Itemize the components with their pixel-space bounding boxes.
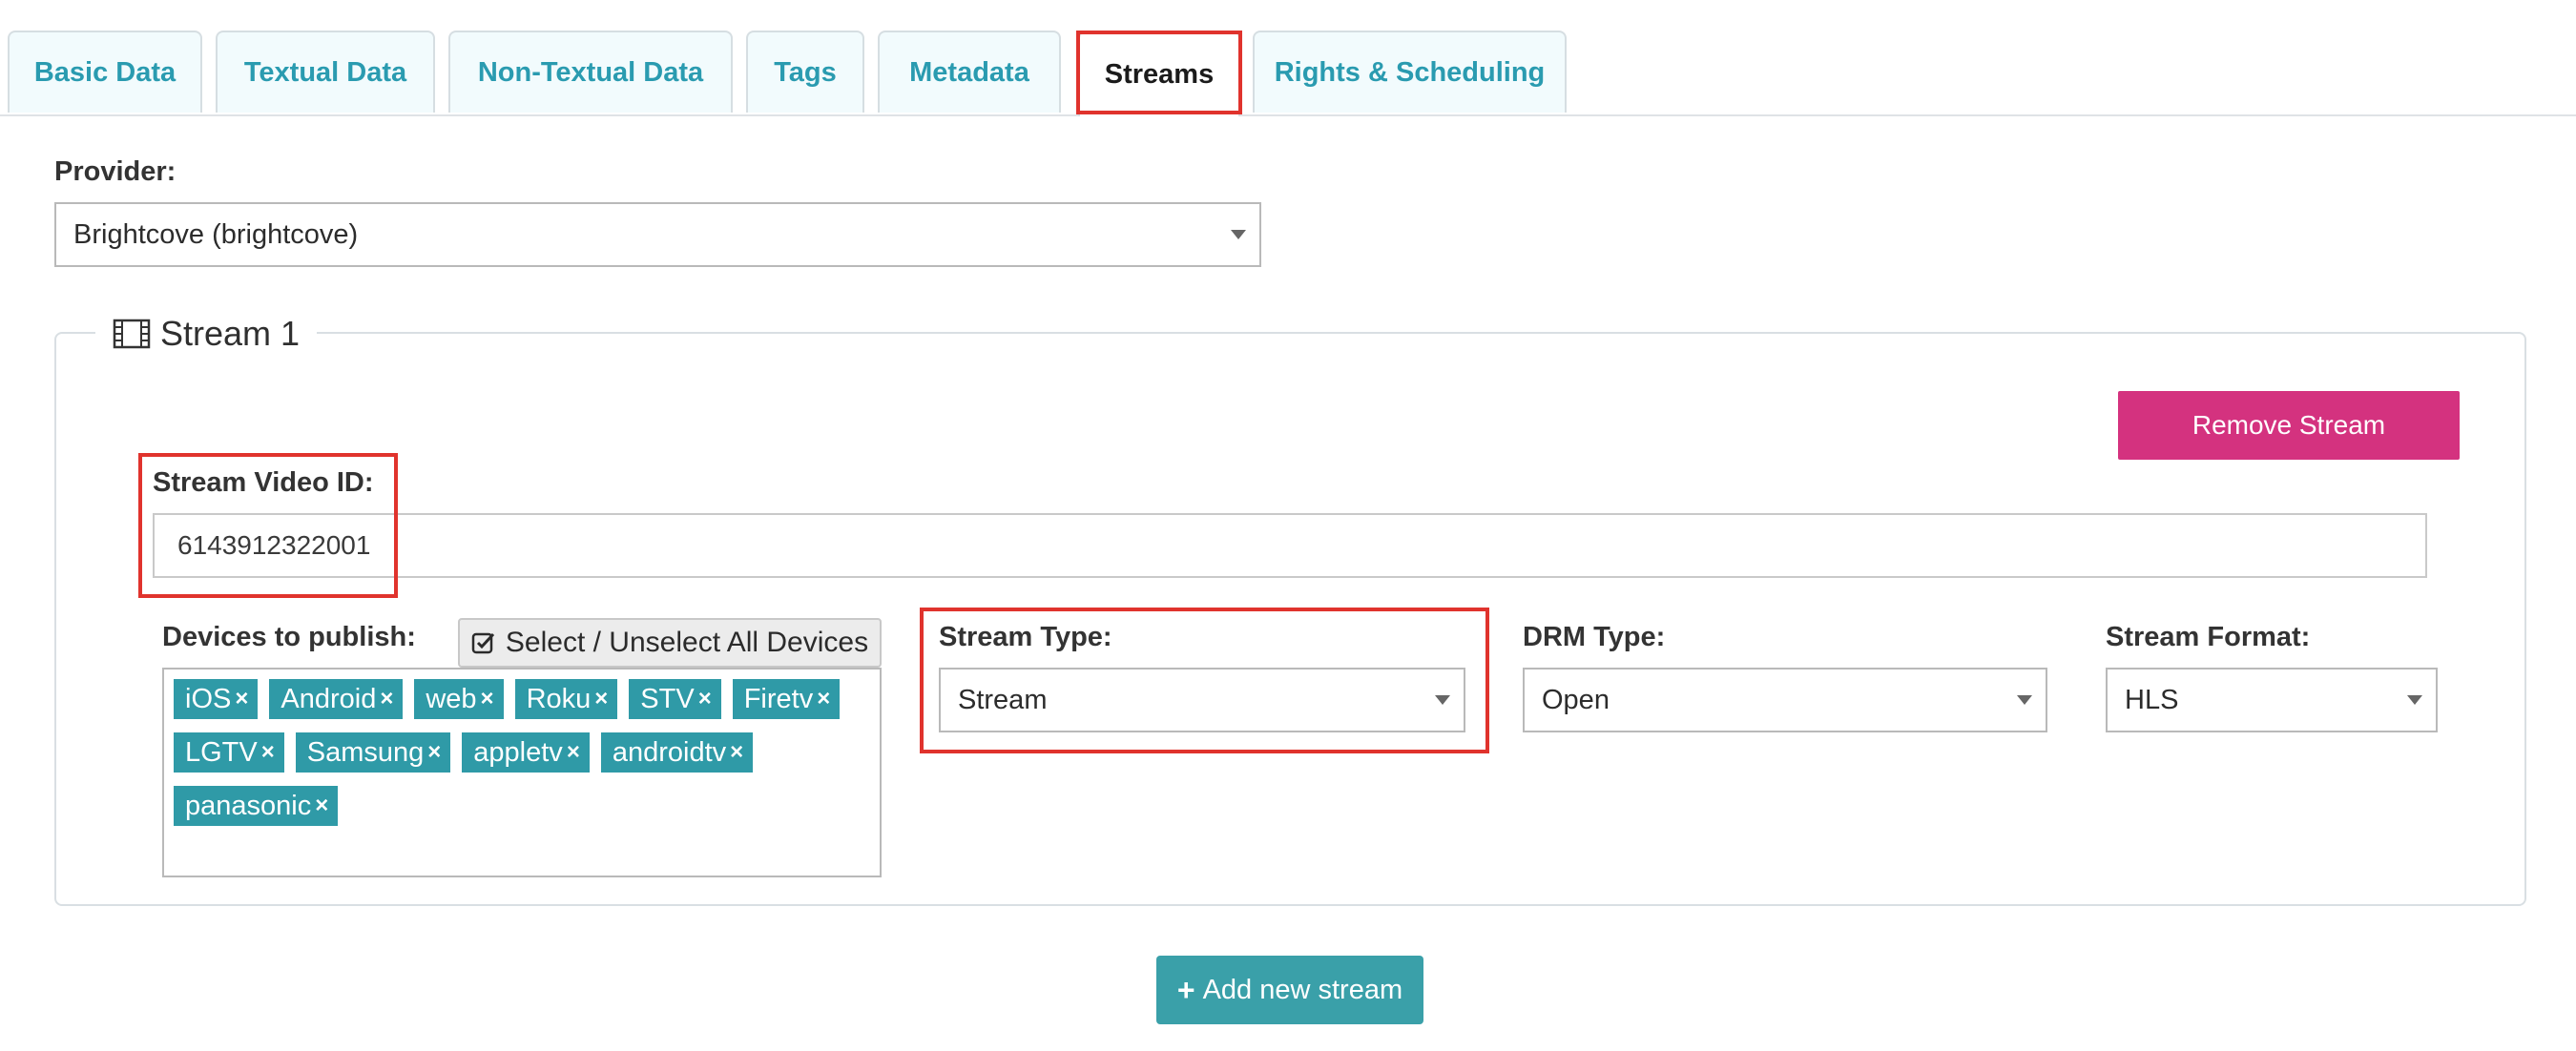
- tab-non-textual-data[interactable]: Non-Textual Data: [448, 31, 733, 113]
- remove-icon[interactable]: ×: [730, 739, 743, 766]
- stream-legend-text: Stream 1: [160, 314, 301, 353]
- drm-type-label: DRM Type:: [1523, 622, 1666, 652]
- tab-basic-data[interactable]: Basic Data: [8, 31, 202, 113]
- add-new-stream-label: Add new stream: [1202, 974, 1403, 1005]
- remove-icon[interactable]: ×: [427, 739, 441, 766]
- plus-icon: +: [1176, 972, 1195, 1007]
- stream-format-select[interactable]: HLS: [2106, 668, 2438, 732]
- remove-icon[interactable]: ×: [817, 686, 830, 712]
- device-chip-label: Roku: [526, 683, 592, 714]
- chevron-down-icon: [1231, 230, 1246, 239]
- devices-label: Devices to publish:: [162, 622, 416, 652]
- tab-textual-data[interactable]: Textual Data: [216, 31, 435, 113]
- tab-bar: Basic Data Textual Data Non-Textual Data…: [0, 31, 2576, 116]
- stream-type-value: Stream: [958, 684, 1048, 715]
- device-chip-label: LGTV: [185, 736, 258, 768]
- device-chips: iOS × Android × web × Roku × STV × Firetv × LG…: [174, 679, 861, 826]
- chevron-down-icon: [2017, 695, 2032, 705]
- remove-icon[interactable]: ×: [261, 739, 275, 766]
- select-all-devices-label: Select / Unselect All Devices: [505, 627, 869, 658]
- device-chip-stv: STV ×: [629, 679, 721, 719]
- remove-icon[interactable]: ×: [380, 686, 393, 712]
- stream-format-value: HLS: [2125, 684, 2179, 715]
- stream-video-id-input[interactable]: 6143912322001: [153, 513, 2427, 578]
- provider-select[interactable]: Brightcove (brightcove): [54, 202, 1261, 267]
- remove-icon[interactable]: ×: [567, 739, 580, 766]
- device-chip-firetv: Firetv ×: [732, 679, 841, 719]
- drm-type-select[interactable]: Open: [1523, 668, 2047, 732]
- device-chip-label: iOS: [185, 683, 232, 714]
- remove-icon[interactable]: ×: [315, 793, 328, 819]
- device-chip-androidtv: androidtv ×: [600, 732, 754, 773]
- device-chip-label: androidtv: [612, 736, 727, 768]
- device-chip-label: appletv: [473, 736, 563, 768]
- film-icon: [113, 319, 151, 349]
- stream-type-label: Stream Type:: [939, 622, 1112, 652]
- device-chip-ios: iOS ×: [174, 679, 259, 719]
- remove-icon[interactable]: ×: [481, 686, 494, 712]
- add-new-stream-button[interactable]: + Add new stream: [1156, 956, 1423, 1024]
- drm-type-value: Open: [1542, 684, 1610, 715]
- device-chip-label: Firetv: [743, 683, 814, 714]
- stream-video-id-label: Stream Video ID:: [153, 467, 374, 498]
- chevron-down-icon: [1435, 695, 1450, 705]
- device-chip-appletv: appletv ×: [462, 732, 590, 773]
- provider-label: Provider:: [54, 156, 177, 187]
- device-chip-android: Android ×: [269, 679, 404, 719]
- stream-legend: Stream 1: [95, 307, 318, 361]
- remove-icon[interactable]: ×: [698, 686, 712, 712]
- device-chip-label: Android: [280, 683, 377, 714]
- remove-stream-button[interactable]: Remove Stream: [2118, 391, 2460, 460]
- stream-video-id-value: 6143912322001: [177, 530, 371, 560]
- device-chip-samsung: Samsung ×: [295, 732, 451, 773]
- tab-tags[interactable]: Tags: [746, 31, 864, 113]
- device-chip-label: panasonic: [185, 790, 312, 821]
- stream-format-label: Stream Format:: [2106, 622, 2311, 652]
- device-chip-label: Samsung: [306, 736, 425, 768]
- remove-icon[interactable]: ×: [235, 686, 248, 712]
- remove-icon[interactable]: ×: [594, 686, 608, 712]
- device-chip-panasonic: panasonic ×: [174, 786, 339, 826]
- tab-rights-scheduling[interactable]: Rights & Scheduling: [1253, 31, 1567, 113]
- provider-value: Brightcove (brightcove): [73, 218, 359, 250]
- select-all-devices-button[interactable]: Select / Unselect All Devices: [458, 618, 882, 668]
- check-square-icon: [471, 632, 495, 654]
- tab-metadata[interactable]: Metadata: [878, 31, 1061, 113]
- device-chip-roku: Roku ×: [514, 679, 618, 719]
- device-chip-web: web ×: [414, 679, 504, 719]
- tab-streams[interactable]: Streams: [1078, 31, 1240, 116]
- device-chip-label: STV: [640, 683, 695, 714]
- stream-type-select[interactable]: Stream: [939, 668, 1465, 732]
- streams-page: Basic Data Textual Data Non-Textual Data…: [0, 0, 2576, 1051]
- device-chip-lgtv: LGTV ×: [174, 732, 284, 773]
- chevron-down-icon: [2407, 695, 2422, 705]
- device-chip-label: web: [426, 683, 477, 714]
